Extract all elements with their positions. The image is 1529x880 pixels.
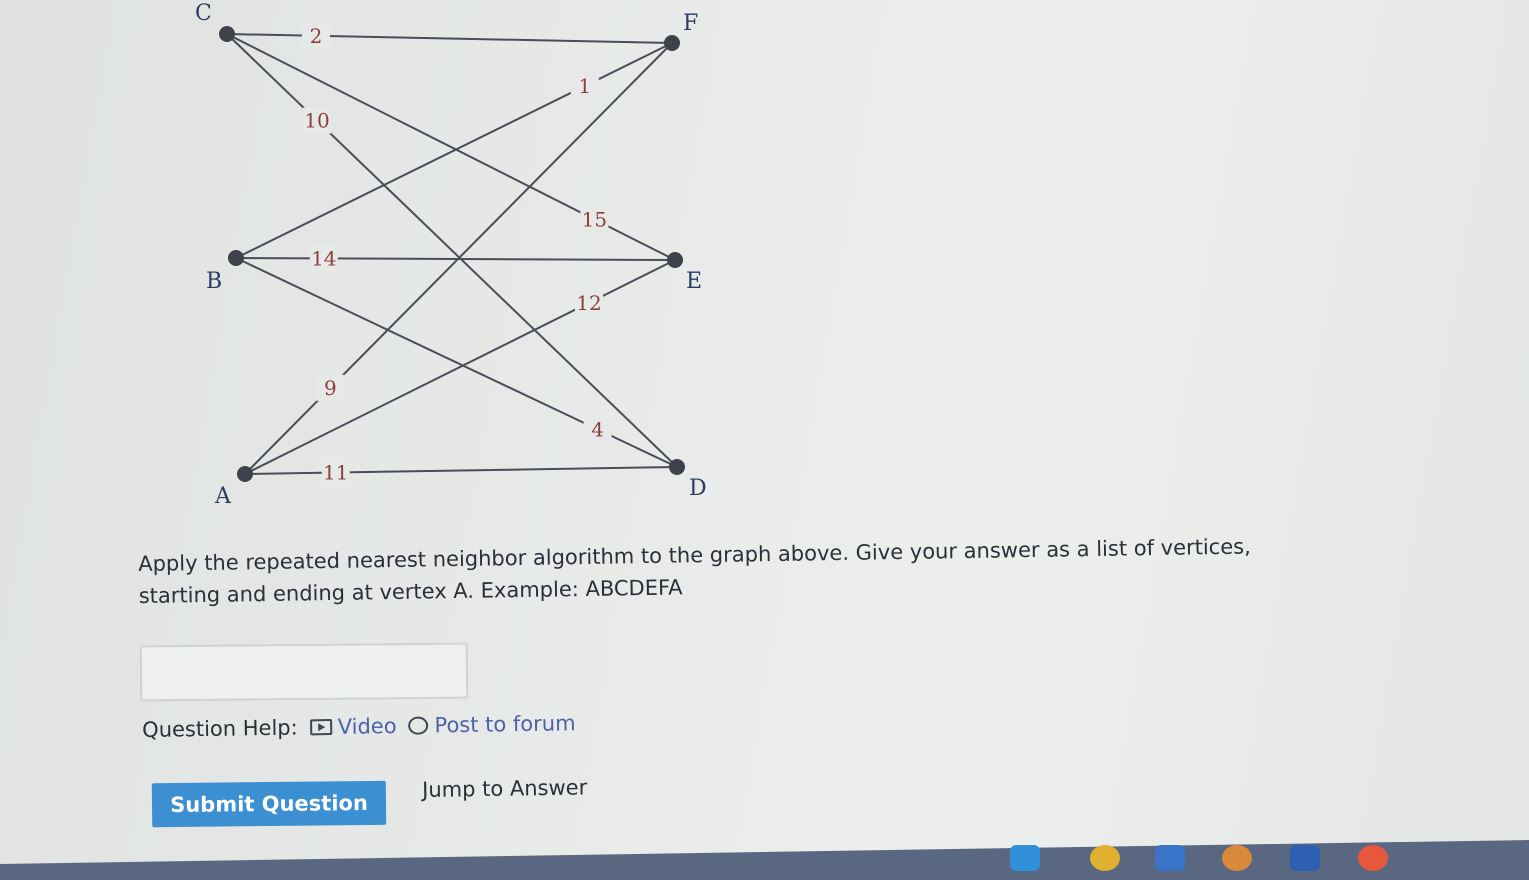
edge-weight-label: 12 [576, 291, 601, 315]
edge-weight-label: 1 [578, 74, 591, 98]
forum-icon [408, 716, 429, 735]
vertex-C [219, 26, 235, 42]
edge-C-F [226, 33, 673, 44]
edge-C-D [226, 33, 678, 468]
video-link[interactable]: Video [309, 714, 397, 739]
edge-weight-label: 11 [323, 461, 348, 485]
forum-link[interactable]: Post to forum [408, 711, 576, 738]
vertex-A [237, 466, 253, 482]
submit-question-button[interactable]: Submit Question [151, 780, 387, 828]
vertex-label: A [214, 484, 232, 509]
taskbar-app-icon[interactable] [1090, 845, 1120, 871]
edge-A-D [244, 466, 678, 475]
edge-weight-label: 4 [591, 417, 604, 441]
chrome-icon[interactable] [1358, 845, 1388, 871]
video-link-label: Video [337, 714, 397, 739]
edge-weight-label: 2 [310, 24, 323, 48]
taskbar-app-icon[interactable] [1010, 845, 1040, 871]
answer-input[interactable] [139, 642, 469, 702]
vertex-B [228, 250, 244, 266]
edge-weight-label: 10 [304, 109, 329, 133]
vertex-label: E [686, 269, 702, 294]
word-icon[interactable] [1290, 845, 1320, 871]
forum-link-label: Post to forum [434, 711, 576, 738]
help-label: Question Help: [142, 715, 298, 742]
taskbar-app-icon[interactable] [1222, 845, 1252, 871]
video-icon [309, 719, 332, 736]
edge-weight-label: 14 [311, 246, 336, 270]
question-help: Question Help: Video Post to forum [142, 711, 576, 742]
vertex-label: C [195, 1, 212, 26]
edge-weight-label: 15 [582, 207, 607, 231]
question-text: Apply the repeated nearest neighbor algo… [138, 534, 1251, 608]
vertex-label: D [689, 476, 707, 501]
vertex-F [664, 35, 680, 51]
edge-B-E [235, 257, 676, 261]
vertex-D [669, 459, 685, 475]
jump-to-answer-link[interactable]: Jump to Answer [422, 775, 587, 802]
vertex-label: F [683, 11, 698, 36]
weighted-graph: 2 1 10 15 14 12 9 4 11 C F B E A D [195, 1, 707, 509]
taskbar-app-icon[interactable] [1155, 845, 1185, 871]
vertex-label: B [206, 269, 222, 294]
vertex-E [667, 252, 683, 268]
edge-weight-label: 9 [324, 376, 337, 400]
